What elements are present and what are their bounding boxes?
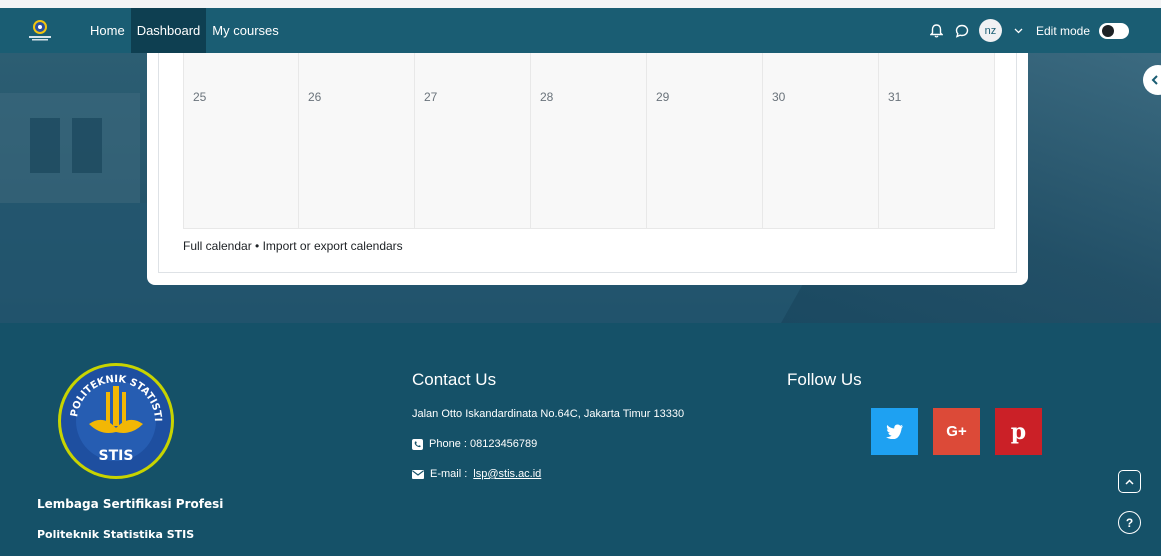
- contact-email: E-mail : lsp@stis.ac.id: [412, 468, 541, 480]
- browser-top-strip: [0, 0, 1161, 8]
- help-button[interactable]: ?: [1118, 511, 1141, 534]
- top-navbar: Home Dashboard My courses nz Edit mode: [0, 8, 1161, 53]
- page-footer: POLITEKNIK STATISTIKA STIS Lembaga Serti…: [0, 323, 1161, 556]
- phone-icon: [412, 438, 423, 450]
- calendar-week-row-partial: [183, 53, 995, 81]
- org-name-line1: Lembaga Sertifikasi Profesi: [37, 497, 224, 511]
- contact-phone: Phone : 08123456789: [412, 438, 537, 450]
- chevron-up-icon: [1125, 478, 1134, 485]
- calendar-day[interactable]: 31: [879, 80, 995, 229]
- bell-icon[interactable]: [929, 23, 945, 39]
- calendar-day[interactable]: 26: [299, 80, 415, 229]
- calendar-day[interactable]: 25: [183, 80, 299, 229]
- nav-dashboard[interactable]: Dashboard: [130, 8, 207, 53]
- nav-my-courses[interactable]: My courses: [206, 8, 284, 53]
- full-calendar-link[interactable]: Full calendar: [183, 239, 252, 253]
- question-icon: ?: [1125, 515, 1134, 530]
- edit-mode-toggle[interactable]: [1099, 22, 1129, 39]
- phone-text: Phone : 08123456789: [429, 438, 538, 450]
- calendar-day[interactable]: 27: [415, 80, 531, 229]
- google-plus-icon: G+: [946, 423, 967, 440]
- twitter-icon: [885, 424, 903, 439]
- svg-text:STIS: STIS: [99, 448, 134, 464]
- contact-heading: Contact Us: [412, 370, 497, 389]
- follow-heading: Follow Us: [787, 370, 862, 389]
- import-export-link[interactable]: Import or export calendars: [263, 239, 403, 253]
- org-name-line2: Politeknik Statistika STIS: [37, 528, 195, 541]
- link-separator: •: [255, 239, 260, 253]
- calendar-block: 25 26 27 28 29 30 31 Full calendar • Imp…: [147, 53, 1028, 285]
- email-link[interactable]: lsp@stis.ac.id: [473, 468, 541, 480]
- calendar-day[interactable]: 28: [531, 80, 647, 229]
- chevron-down-icon[interactable]: [1011, 23, 1027, 39]
- calendar-day[interactable]: 29: [647, 80, 763, 229]
- twitter-button[interactable]: [871, 408, 918, 455]
- nav-home[interactable]: Home: [84, 8, 131, 53]
- envelope-icon: [412, 469, 424, 479]
- site-logo[interactable]: [27, 18, 53, 42]
- user-avatar[interactable]: nz: [978, 19, 1002, 42]
- stis-logo: POLITEKNIK STATISTIKA STIS: [53, 354, 175, 480]
- pinterest-button[interactable]: p: [995, 408, 1042, 455]
- calendar-week-row: 25 26 27 28 29 30 31: [183, 80, 995, 229]
- messages-icon[interactable]: [954, 23, 970, 39]
- calendar-footer-links: Full calendar • Import or export calenda…: [183, 239, 403, 253]
- google-plus-button[interactable]: G+: [933, 408, 980, 455]
- email-label: E-mail :: [430, 468, 468, 480]
- calendar-day[interactable]: 30: [763, 80, 879, 229]
- back-to-top-button[interactable]: [1118, 470, 1141, 493]
- chevron-left-icon: [1151, 75, 1158, 85]
- pinterest-icon: p: [1010, 418, 1027, 445]
- edit-mode-label: Edit mode: [1035, 23, 1090, 38]
- calendar-month-view: 25 26 27 28 29 30 31 Full calendar • Imp…: [158, 53, 1017, 273]
- contact-address: Jalan Otto Iskandardinata No.64C, Jakart…: [412, 408, 685, 420]
